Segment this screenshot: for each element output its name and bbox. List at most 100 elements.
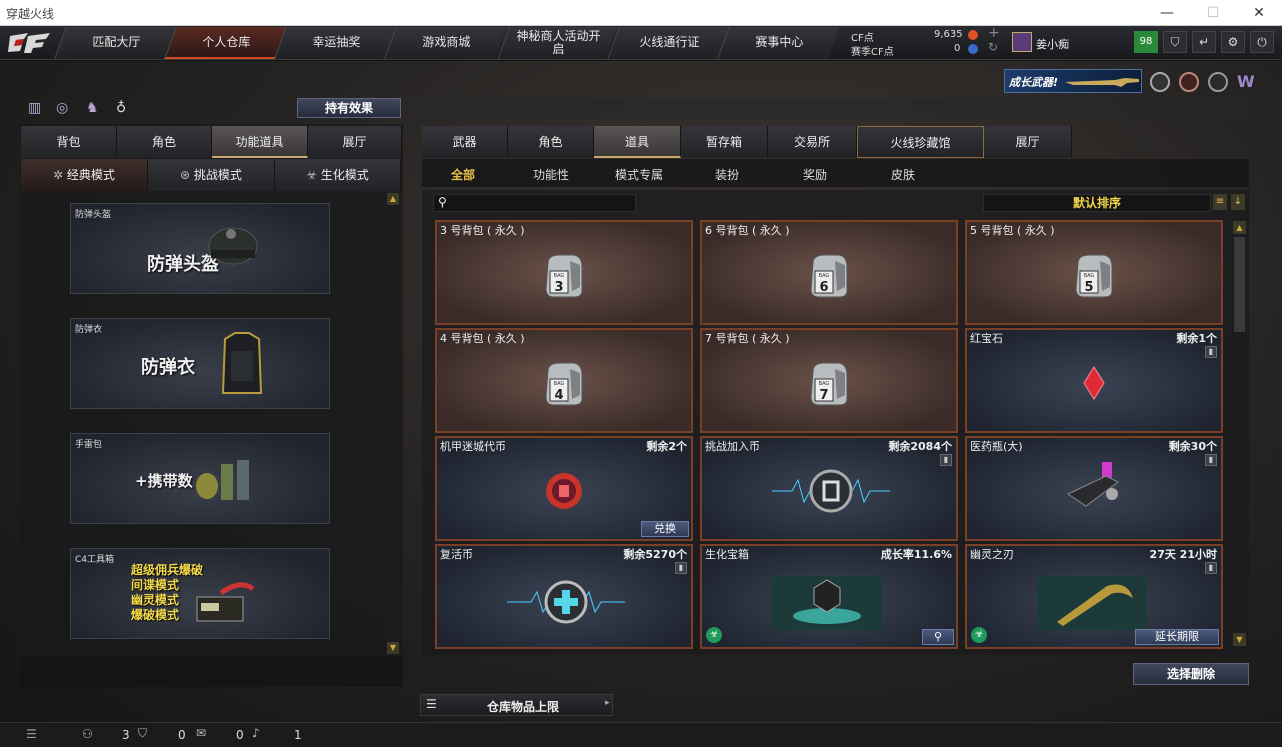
avatar[interactable] [1012, 32, 1032, 52]
tab-game-mall[interactable]: 游戏商城 [384, 27, 507, 59]
chat-icon[interactable]: ✉ [196, 726, 206, 740]
friends-count: 3 [122, 728, 130, 742]
badge-w-icon[interactable]: W [1237, 72, 1259, 92]
slot-title: +携带数 [135, 472, 193, 490]
badge-globe-icon[interactable] [1179, 72, 1199, 92]
item-card[interactable]: 挑战加入币 剩余2084个 ▮ [700, 436, 958, 541]
subtab-skins[interactable]: 皮肤 [891, 166, 915, 183]
tab-battle-pass[interactable]: 火线通行证 [607, 27, 730, 59]
right-tab-exchange[interactable]: 交易所 [768, 126, 857, 158]
scroll-down-arrow-icon[interactable]: ▼ [1233, 633, 1246, 646]
item-card[interactable]: 4 号背包 ( 永久 ) BAG 4 [435, 328, 693, 433]
currency-panel: CF点 9,635 + 赛季CF点 0 ↻ [848, 25, 1003, 58]
item-card[interactable]: 机甲迷城代币 剩余2个 兑换 [435, 436, 693, 541]
tab-event-center[interactable]: 赛事中心 [717, 27, 840, 59]
left-tab-character[interactable]: 角色 [117, 126, 212, 158]
list-view-icon[interactable]: ≡ [1213, 194, 1227, 210]
preview-button[interactable]: ⚲ [922, 629, 954, 645]
item-action-button[interactable]: 延长期限 [1135, 629, 1219, 645]
slot-caption: 防弹衣 [75, 325, 103, 335]
item-name: 7 号背包 ( 永久 ) [705, 332, 790, 345]
slot-grenade-pack[interactable]: 手雷包 +携带数 [70, 433, 330, 524]
tab-lucky-draw[interactable]: 幸运抽奖 [274, 27, 397, 59]
subtab-mode-exclusive[interactable]: 模式专属 [615, 166, 663, 183]
item-card[interactable]: 幽灵之刃 27天 21小时 ▮ ☣ 延长期限 [965, 544, 1223, 649]
subtab-functional[interactable]: 功能性 [533, 166, 569, 183]
clan-shield-icon[interactable]: ⛉ [138, 726, 147, 741]
subtab-all[interactable]: 全部 [451, 166, 475, 183]
right-tab-weapons[interactable]: 武器 [422, 126, 508, 158]
scroll-down-arrow-icon[interactable]: ▼ [387, 642, 399, 654]
slot-c4-toolkit[interactable]: C4工具箱 超级佣兵爆破 间谍模式 幽灵模式 爆破模式 [70, 548, 330, 639]
mode-challenge[interactable]: ⊛ 挑战模式 [148, 159, 275, 191]
trash-icon[interactable]: ▮ [1205, 454, 1217, 466]
add-icon[interactable]: + [988, 25, 1000, 41]
cf-logo[interactable] [6, 30, 56, 56]
item-card[interactable]: 3 号背包 ( 永久 ) BAG 3 [435, 220, 693, 325]
left-tab-backpack[interactable]: 背包 [21, 126, 117, 158]
scroll-up-arrow-icon[interactable]: ▲ [387, 193, 399, 205]
holding-effect-button[interactable]: 持有效果 [297, 98, 401, 118]
return-icon[interactable]: ↵ [1192, 31, 1216, 53]
mode-zombie[interactable]: ☣ 生化模式 [275, 159, 401, 191]
refresh-icon[interactable]: ↻ [988, 40, 998, 54]
slot-body-armor[interactable]: 防弹衣 防弹衣 [70, 318, 330, 409]
trash-icon[interactable]: ▮ [675, 562, 687, 574]
slot-helmet[interactable]: 防弹头盔 防弹头盔 [70, 203, 330, 294]
menu-icon[interactable]: ☰ [26, 727, 37, 741]
item-card[interactable]: 红宝石 剩余1个 ▮ [965, 328, 1223, 433]
maximize-button[interactable]: ☐ [1190, 0, 1236, 26]
left-scrollbar[interactable]: ▲ ▼ [386, 193, 400, 656]
item-card[interactable]: 6 号背包 ( 永久 ) BAG 6 [700, 220, 958, 325]
friends-icon[interactable]: ⚇ [82, 727, 93, 741]
trash-icon[interactable]: ▮ [1205, 346, 1217, 358]
item-card[interactable]: 复活币 剩余5270个 ▮ [435, 544, 693, 649]
tab-personal-warehouse[interactable]: 个人仓库 [164, 27, 287, 59]
trash-icon[interactable]: ▮ [1205, 562, 1217, 574]
item-card[interactable]: 7 号背包 ( 永久 ) BAG 7 [700, 328, 958, 433]
search-field[interactable]: ⚲ [433, 194, 636, 212]
right-tab-collection[interactable]: 火线珍藏馆 [857, 126, 984, 158]
svg-text:BAG: BAG [1084, 273, 1095, 279]
stats-icon[interactable]: ▥ [28, 100, 46, 118]
left-tab-showroom[interactable]: 展厅 [308, 126, 402, 158]
power-icon[interactable]: ⏻ [1250, 31, 1274, 53]
minimize-button[interactable]: — [1144, 0, 1190, 26]
subtab-outfit[interactable]: 装扮 [715, 166, 739, 183]
item-action-button[interactable]: 兑换 [641, 521, 689, 537]
settings-gear-icon[interactable]: ⚙ [1221, 31, 1245, 53]
sort-dropdown[interactable]: 默认排序 [983, 194, 1211, 212]
trash-icon[interactable]: ▮ [940, 454, 952, 466]
capacity-label: 仓库物品上限 [487, 700, 560, 714]
sort-direction-icon[interactable]: ↓ [1231, 194, 1245, 210]
left-tab-functional-items[interactable]: 功能道具 [212, 126, 308, 158]
level-badge[interactable]: 98 [1134, 31, 1158, 53]
select-delete-button[interactable]: 选择删除 [1133, 663, 1249, 685]
badge-shield-icon[interactable] [1150, 72, 1170, 92]
subtab-rewards[interactable]: 奖励 [803, 166, 827, 183]
item-card[interactable]: 5 号背包 ( 永久 ) BAG 5 [965, 220, 1223, 325]
character-icon[interactable]: ♞ [86, 100, 104, 118]
tab-mystery-merchant[interactable]: 神秘商人活动开启 [497, 27, 617, 59]
tab-match-lobby[interactable]: 匹配大厅 [54, 27, 177, 59]
scroll-thumb[interactable] [1234, 237, 1245, 332]
right-tab-items[interactable]: 道具 [594, 126, 681, 158]
money-bag-icon[interactable]: ♁ [116, 100, 134, 118]
rank-shield-icon[interactable]: ⛉ [1163, 31, 1187, 53]
right-scrollbar[interactable]: ▲ ▼ [1232, 221, 1247, 647]
capacity-bar[interactable]: ☰ 仓库物品上限 ▸ [420, 694, 613, 716]
growth-weapon-banner[interactable]: 成长武器! [1004, 69, 1142, 93]
item-status: 剩余2个 [646, 440, 687, 453]
item-card[interactable]: 生化宝箱 成长率11.6% ☣ ⚲ [700, 544, 958, 649]
right-tab-storage[interactable]: 暂存箱 [681, 126, 768, 158]
item-card[interactable]: 医药瓶(大) 剩余30个 ▮ [965, 436, 1223, 541]
badge-star-icon[interactable] [1208, 72, 1228, 92]
close-button[interactable]: ✕ [1236, 0, 1282, 26]
cycle-icon[interactable]: ◎ [56, 100, 74, 118]
mode-classic[interactable]: ✲ 经典模式 [21, 159, 148, 191]
search-input[interactable] [452, 196, 632, 210]
scroll-up-arrow-icon[interactable]: ▲ [1233, 221, 1246, 234]
right-tab-character[interactable]: 角色 [508, 126, 594, 158]
right-tab-showroom[interactable]: 展厅 [984, 126, 1072, 158]
speaker-icon[interactable]: ♪ [252, 726, 260, 740]
